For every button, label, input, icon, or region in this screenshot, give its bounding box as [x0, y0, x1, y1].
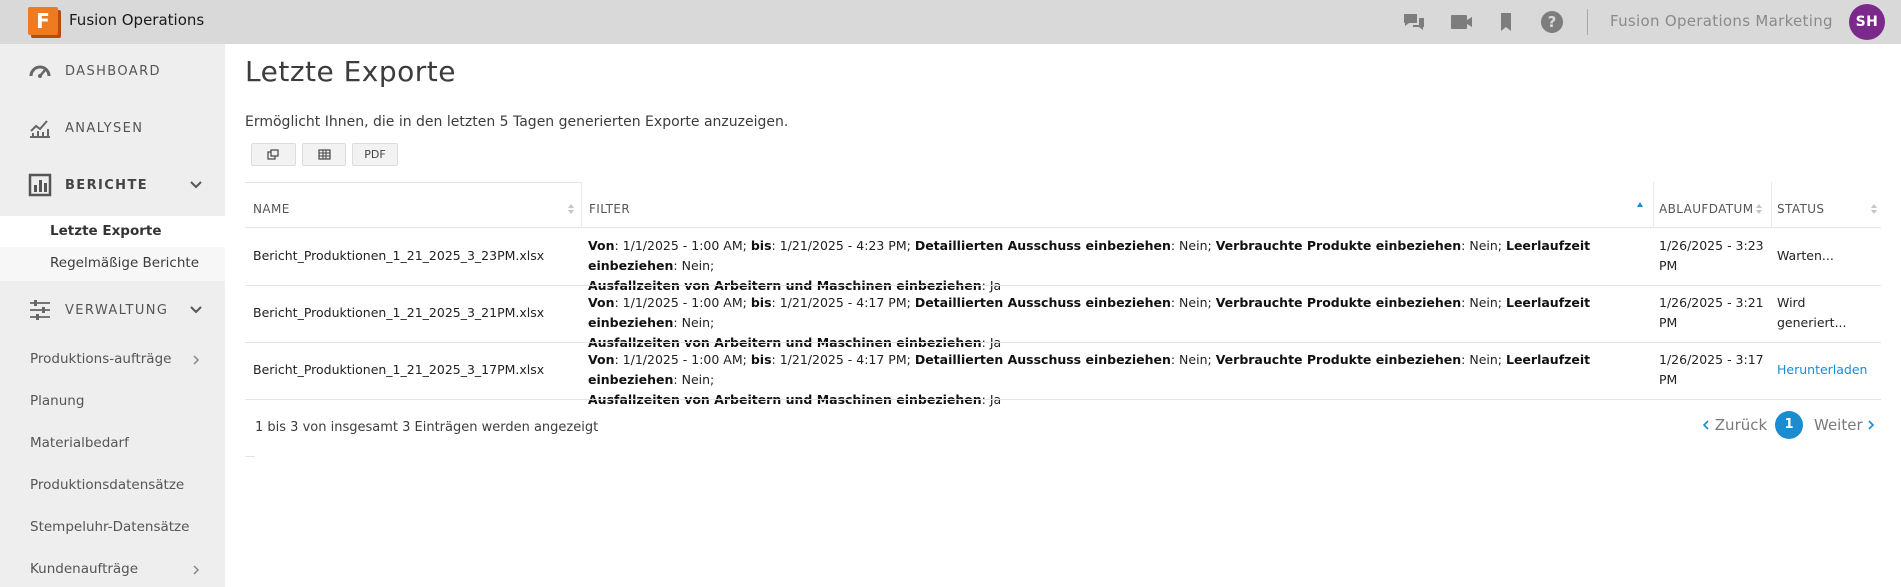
export-expiry-date: 1/26/2025 - 3:17 PM: [1659, 352, 1764, 387]
column-header-filter[interactable]: FILTER: [589, 202, 630, 216]
gauge-icon: [29, 65, 51, 78]
logo-letter: F: [28, 7, 58, 35]
export-filter: Von: 1/1/2025 - 1:00 AM; bis: 1/21/2025 …: [588, 295, 1591, 350]
column-separator: [581, 182, 582, 228]
chevron-right-icon: [1868, 420, 1875, 430]
sort-ascending-icon[interactable]: [1636, 201, 1644, 213]
row-divider: [245, 342, 1881, 343]
chevron-left-icon: [1702, 420, 1709, 430]
chevron-down-icon: [190, 181, 202, 189]
sidebar-item-label: DASHBOARD: [65, 63, 161, 79]
line-chart-icon: [30, 120, 50, 138]
copy-icon: [267, 149, 279, 160]
sidebar-item-dashboard[interactable]: DASHBOARD: [0, 44, 225, 98]
topbar-divider: [1587, 9, 1588, 35]
chevron-down-icon: [190, 306, 202, 314]
export-file-name: Bericht_Produktionen_1_21_2025_3_21PM.xl…: [253, 305, 545, 320]
app-title[interactable]: Fusion Operations: [69, 11, 204, 29]
export-expiry-date: 1/26/2025 - 3:23 PM: [1659, 238, 1764, 273]
sidebar-item-label: BERICHTE: [65, 177, 149, 193]
row-divider: [245, 399, 1881, 400]
row-divider: [245, 285, 1881, 286]
submenu-item-scheduled-reports[interactable]: Regelmäßige Berichte: [50, 255, 199, 271]
export-status: Warten...: [1777, 248, 1834, 263]
table-info: 1 bis 3 von insgesamt 3 Einträgen werden…: [255, 420, 599, 435]
chevron-right-icon: [193, 565, 200, 575]
export-file-name: Bericht_Produktionen_1_21_2025_3_17PM.xl…: [253, 362, 545, 377]
pagination-current-page[interactable]: 1: [1775, 411, 1803, 439]
bar-chart-icon: [28, 173, 52, 197]
sidebar-link-production-orders[interactable]: Produktions-aufträge: [30, 351, 171, 367]
export-status: Wird generiert...: [1777, 295, 1847, 330]
table-header-border: [245, 227, 1881, 228]
sidebar-link-sales-orders[interactable]: Kundenaufträge: [30, 561, 138, 577]
sidebar-link-time-clock-records[interactable]: Stempeluhr-Datensätze: [30, 519, 189, 535]
submenu-item-recent-exports[interactable]: Letzte Exporte: [0, 216, 225, 247]
sidebar-item-analysen[interactable]: ANALYSEN: [0, 101, 225, 155]
column-header-status[interactable]: STATUS: [1777, 202, 1824, 216]
csv-export-button[interactable]: [302, 143, 346, 166]
sidebar-item-berichte[interactable]: BERICHTE: [0, 158, 225, 212]
column-header-name[interactable]: NAME: [253, 202, 290, 216]
sidebar-item-verwaltung[interactable]: VERWALTUNG: [0, 283, 225, 337]
page-description: Ermöglicht Ihnen, die in den letzten 5 T…: [245, 114, 789, 130]
column-separator: [1653, 182, 1654, 228]
column-separator: [1771, 182, 1772, 228]
reports-submenu: Letzte Exporte Regelmäßige Berichte: [0, 216, 225, 281]
copy-button[interactable]: [251, 143, 296, 166]
table-icon: [317, 149, 331, 160]
sidebar-item-label: ANALYSEN: [65, 120, 144, 136]
download-link[interactable]: Herunterladen: [1777, 360, 1887, 380]
top-bar: F Fusion Operations ? Fusion Operations …: [0, 0, 1901, 44]
pagination-previous-button[interactable]: Zurück: [1702, 416, 1767, 434]
sort-icon[interactable]: [1755, 203, 1763, 215]
table-top-border: [245, 182, 581, 183]
export-expiry-date: 1/26/2025 - 3:21 PM: [1659, 295, 1764, 330]
column-header-expiry[interactable]: ABLAUFDATUM: [1659, 202, 1753, 216]
app-logo[interactable]: F: [28, 7, 61, 38]
sort-icon[interactable]: [567, 203, 575, 215]
sort-icon[interactable]: [1870, 203, 1878, 215]
sliders-icon: [30, 300, 50, 320]
user-avatar[interactable]: SH: [1849, 4, 1885, 40]
sidebar: DASHBOARD ANALYSEN BERICHTE Letzte Expor…: [0, 44, 225, 587]
footer-border: [245, 456, 255, 457]
sidebar-link-planning[interactable]: Planung: [30, 393, 84, 409]
chat-icon[interactable]: [1401, 9, 1427, 35]
export-filter: Von: 1/1/2025 - 1:00 AM; bis: 1/21/2025 …: [588, 238, 1591, 293]
organization-name[interactable]: Fusion Operations Marketing: [1610, 12, 1833, 30]
bookmark-icon[interactable]: [1493, 9, 1519, 35]
sidebar-link-material-requirements[interactable]: Materialbedarf: [30, 435, 129, 451]
svg-text:?: ?: [1548, 13, 1557, 31]
pagination-next-button[interactable]: Weiter: [1814, 416, 1875, 434]
sidebar-link-production-records[interactable]: Produktionsdatensätze: [30, 477, 184, 493]
pdf-export-button[interactable]: PDF: [352, 143, 398, 166]
sidebar-item-label: VERWALTUNG: [65, 302, 169, 318]
export-file-name: Bericht_Produktionen_1_21_2025_3_23PM.xl…: [253, 248, 545, 263]
page-title: Letzte Exporte: [245, 55, 456, 88]
video-icon[interactable]: [1448, 9, 1474, 35]
help-icon[interactable]: ?: [1539, 9, 1565, 35]
chevron-right-icon: [193, 355, 200, 365]
export-filter: Von: 1/1/2025 - 1:00 AM; bis: 1/21/2025 …: [588, 352, 1591, 407]
